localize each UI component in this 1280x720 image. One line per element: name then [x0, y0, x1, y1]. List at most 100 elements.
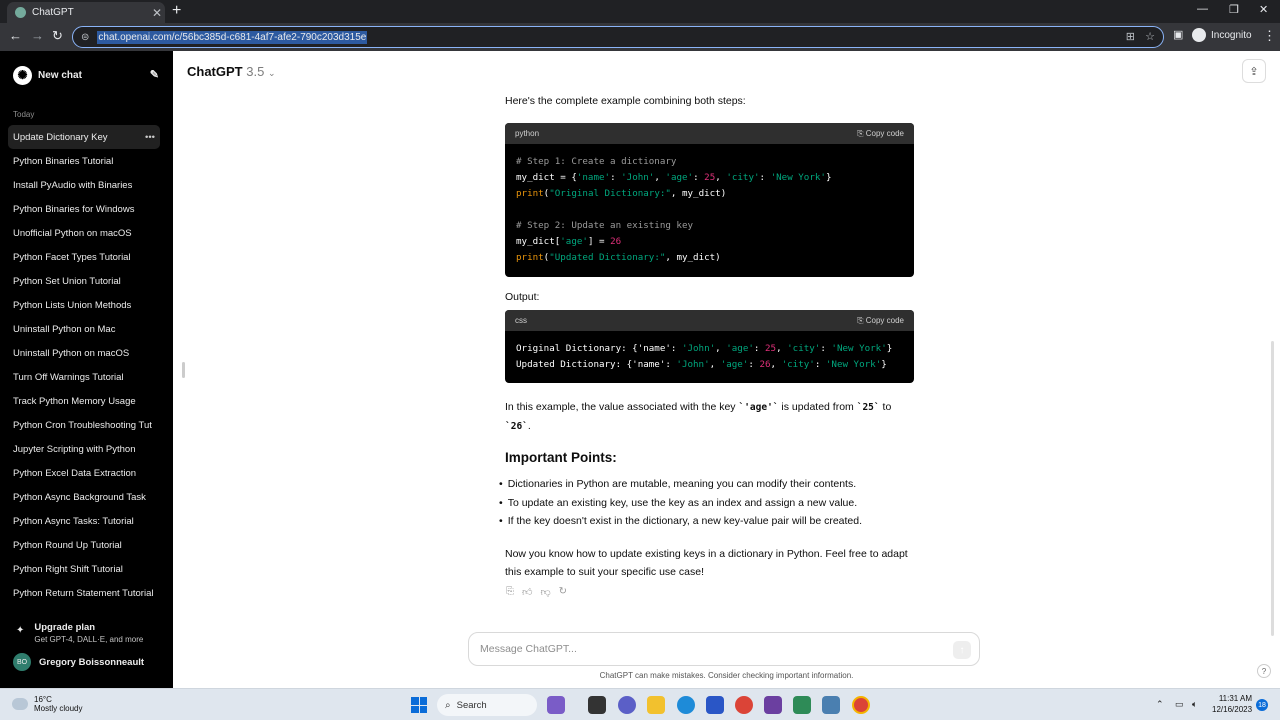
text-run: .	[527, 420, 531, 432]
history-item[interactable]: Track Python Memory Usage	[8, 389, 160, 413]
code-number: 25	[764, 343, 777, 354]
sidebar-resize-handle[interactable]	[182, 362, 185, 378]
restore-icon[interactable]: ❐	[1229, 3, 1239, 16]
send-button[interactable]: ↑	[953, 641, 971, 659]
code-string: 'city'	[726, 172, 760, 183]
minimize-icon[interactable]: —	[1197, 3, 1208, 15]
edge-icon[interactable]	[677, 696, 695, 714]
date: 12/16/2023	[1212, 705, 1253, 714]
incognito-ext-icon[interactable]: ⊞	[1126, 30, 1135, 43]
history-item[interactable]: Python Lists Union Methods	[8, 293, 160, 317]
message-input[interactable]: Message ChatGPT... ↑	[468, 632, 980, 666]
list-item: To update an existing key, use the key a…	[499, 494, 862, 513]
chevron-up-icon[interactable]: ⌃	[1156, 699, 1164, 710]
history-item[interactable]: Python Binaries Tutorial	[8, 149, 160, 173]
app-icon[interactable]	[822, 696, 840, 714]
regenerate-icon[interactable]: ↻	[559, 586, 567, 598]
app-icon[interactable]	[764, 696, 782, 714]
thumbs-down-icon[interactable]: 👎︎	[540, 586, 550, 598]
help-button[interactable]: ?	[1257, 664, 1271, 678]
incognito-label: Incognito	[1211, 29, 1252, 41]
text-run: is updated from	[778, 401, 857, 413]
url-text[interactable]: chat.openai.com/c/56bc385d-c681-4af7-afe…	[97, 30, 368, 44]
notification-badge[interactable]: 18	[1256, 699, 1268, 711]
history-item[interactable]: Install PyAudio with Binaries	[8, 173, 160, 197]
explanation-text: In this example, the value associated wi…	[505, 398, 915, 436]
copy-code-button[interactable]: ⎘ Copy code	[857, 316, 904, 326]
model-version: 3.5	[246, 64, 265, 79]
close-window-icon[interactable]: ✕	[1259, 3, 1268, 16]
network-icon[interactable]: ▭	[1175, 699, 1184, 710]
copy-code-button[interactable]: ⎘ Copy code	[857, 129, 904, 139]
history-item[interactable]: Python Round Up Tutorial	[8, 533, 160, 557]
reload-icon[interactable]: ↻	[52, 28, 63, 44]
compose-icon[interactable]: ✎	[150, 68, 159, 81]
side-panel-icon[interactable]: ▣	[1173, 28, 1183, 41]
copilot-icon[interactable]	[547, 696, 565, 714]
code-function: print	[516, 252, 544, 263]
history-item[interactable]: Python Right Shift Tutorial	[8, 557, 160, 581]
model-selector[interactable]: ChatGPT 3.5 ⌄	[187, 64, 276, 79]
history-item[interactable]: Unofficial Python on macOS	[8, 221, 160, 245]
history-item[interactable]: Uninstall Python on macOS	[8, 341, 160, 365]
share-button[interactable]: ⇪	[1242, 59, 1266, 83]
app-icon[interactable]	[793, 696, 811, 714]
history-item-label: Jupyter Scripting with Python	[13, 443, 136, 455]
history-item-label: Python Right Shift Tutorial	[13, 563, 123, 575]
address-bar[interactable]: ⊜ chat.openai.com/c/56bc385d-c681-4af7-a…	[72, 26, 1164, 48]
history-item-label: Python Cron Troubleshooting Tut	[13, 419, 152, 431]
history-item[interactable]: Python Return Statement Tutorial	[8, 581, 160, 605]
user-menu-button[interactable]: BO Gregory Boissonneault	[13, 653, 144, 671]
history-item[interactable]: Python Cron Troubleshooting Tut	[8, 413, 160, 437]
file-icon[interactable]	[588, 696, 606, 714]
history-item[interactable]: Python Excel Data Extraction	[8, 461, 160, 485]
more-options-icon[interactable]: •••	[145, 132, 155, 143]
bookmark-star-icon[interactable]: ☆	[1145, 30, 1155, 43]
scrollbar[interactable]	[1271, 341, 1274, 636]
weather-widget[interactable]: 16°C Mostly cloudy	[12, 695, 82, 713]
incognito-avatar-icon	[1192, 28, 1206, 42]
taskbar-search[interactable]: ⌕ Search	[437, 694, 537, 716]
thumbs-up-icon[interactable]: 👍︎	[522, 586, 532, 598]
chat-app-icon[interactable]	[618, 696, 636, 714]
incognito-profile-button[interactable]: Incognito	[1192, 28, 1252, 42]
history-item[interactable]: Python Binaries for Windows	[8, 197, 160, 221]
history-item[interactable]: Turn Off Warnings Tutorial	[8, 365, 160, 389]
history-item[interactable]: Python Async Tasks: Tutorial	[8, 509, 160, 533]
new-tab-button[interactable]: +	[172, 2, 181, 20]
code-string: 'New York'	[831, 343, 887, 354]
history-item[interactable]: Uninstall Python on Mac	[8, 317, 160, 341]
weather-condition: Mostly cloudy	[34, 704, 83, 713]
code-text: :	[814, 359, 826, 370]
store-icon[interactable]	[706, 696, 724, 714]
copy-code-label: Copy code	[865, 315, 904, 325]
back-arrow-icon[interactable]: ←	[9, 28, 22, 43]
chrome-active-icon[interactable]	[852, 696, 870, 714]
history-item[interactable]: Python Facet Types Tutorial	[8, 245, 160, 269]
time: 11:31 AM	[1218, 694, 1253, 703]
new-chat-button[interactable]: ✺ New chat ✎	[13, 65, 159, 85]
code-comment: # Step 1: Create a dictionary	[516, 156, 677, 167]
chrome-icon[interactable]	[735, 696, 753, 714]
volume-icon[interactable]: 🔈︎	[1192, 699, 1197, 710]
important-points-list: Dictionaries in Python are mutable, mean…	[499, 475, 862, 531]
file-explorer-icon[interactable]	[647, 696, 665, 714]
start-button[interactable]	[411, 697, 427, 713]
copy-icon[interactable]: ⎘	[506, 586, 514, 598]
close-tab-icon[interactable]: ✕	[149, 6, 165, 20]
history-item-label: Python Async Tasks: Tutorial	[13, 515, 134, 527]
browser-tab[interactable]: ChatGPT ✕	[7, 2, 165, 23]
browser-menu-icon[interactable]: ⋮	[1263, 28, 1276, 44]
code-text: ,	[654, 172, 666, 183]
clock[interactable]: 11:31 AM 12/16/2023	[1212, 693, 1252, 715]
history-item[interactable]: Update Dictionary Key •••	[8, 125, 160, 149]
history-item[interactable]: Jupyter Scripting with Python	[8, 437, 160, 461]
upgrade-plan-button[interactable]: ✦ Upgrade plan Get GPT-4, DALL·E, and mo…	[16, 622, 143, 644]
history-item[interactable]: Python Async Background Task	[8, 485, 160, 509]
history-item-label: Uninstall Python on macOS	[13, 347, 130, 359]
history-item-label: Install PyAudio with Binaries	[13, 179, 133, 191]
forward-arrow-icon[interactable]: →	[31, 28, 44, 43]
sidebar: ✺ New chat ✎ Today Update Dictionary Key…	[0, 51, 173, 688]
site-info-icon[interactable]: ⊜	[81, 32, 89, 43]
history-item[interactable]: Python Set Union Tutorial	[8, 269, 160, 293]
